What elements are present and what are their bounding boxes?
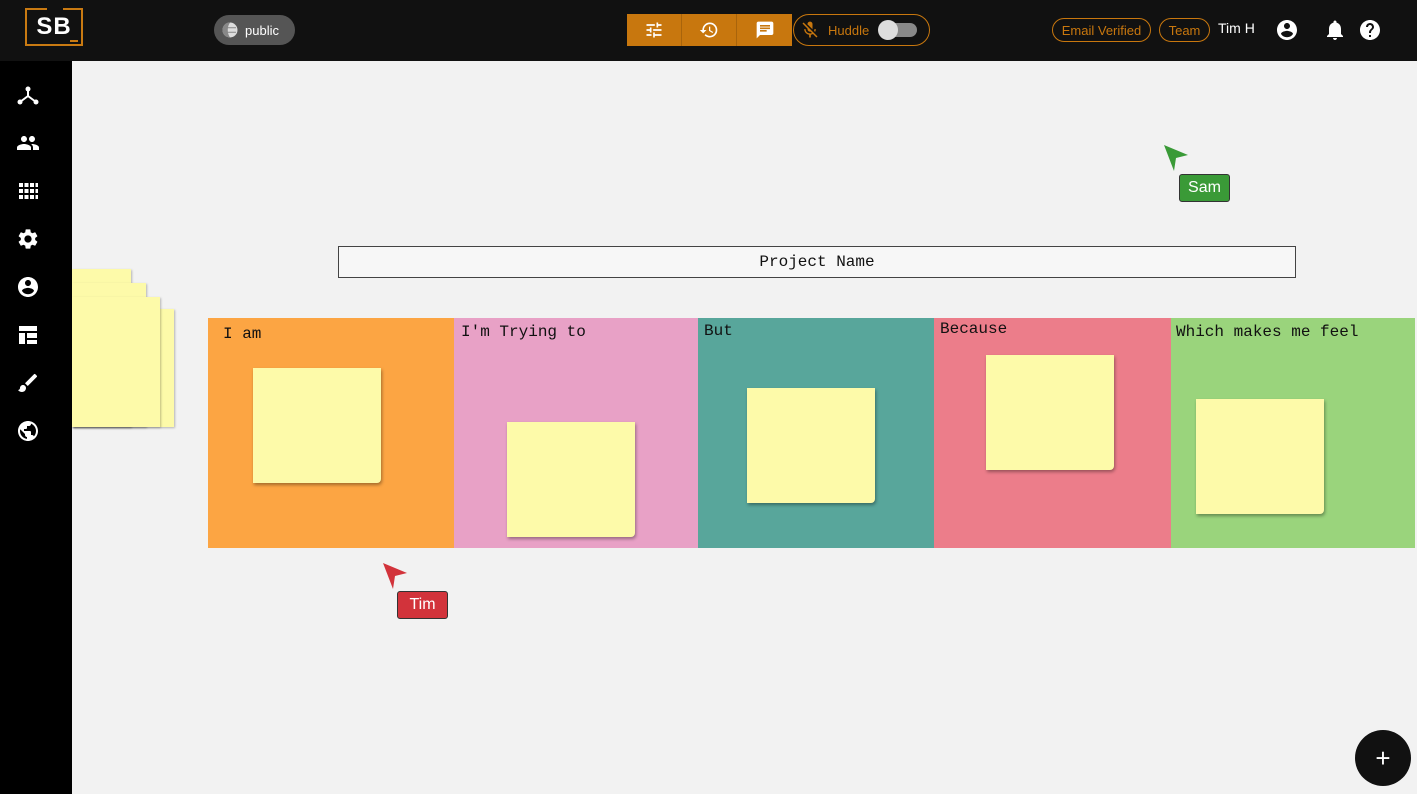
globe-icon (18, 421, 38, 441)
cursor-arrow-icon (383, 563, 407, 589)
email-badge-label: Email Verified (1061, 22, 1142, 38)
sticky-note[interactable] (986, 355, 1114, 470)
logo-text: SB (36, 13, 72, 40)
notifications-button[interactable] (1323, 18, 1347, 42)
chat-button[interactable] (737, 14, 792, 46)
sidebar-item-public[interactable] (16, 419, 40, 443)
account-button[interactable] (1275, 18, 1299, 42)
column-label: But (704, 322, 733, 340)
sticky-note[interactable] (747, 388, 875, 503)
board-canvas[interactable]: Project Name I am I'm Trying to But Beca… (72, 61, 1417, 794)
column-label: I'm Trying to (461, 323, 586, 341)
sidebar-item-templates[interactable] (16, 323, 40, 347)
board-column-i-am[interactable]: I am (208, 318, 454, 548)
user-name: Tim H (1218, 20, 1255, 36)
globe-icon (222, 22, 238, 38)
top-bar: SB public Huddle Email Verified Team Tim… (0, 0, 1417, 61)
sidebar-item-brush[interactable] (16, 371, 40, 395)
board-column-but[interactable]: But (698, 318, 934, 548)
sidebar-item-settings[interactable] (16, 227, 40, 251)
plus-icon: + (1375, 742, 1391, 773)
table-layout-icon (19, 326, 37, 344)
cursor-arrow-icon (1164, 145, 1188, 171)
sticky-note[interactable] (253, 368, 381, 483)
visibility-label: public (245, 22, 279, 38)
help-icon (1360, 20, 1380, 40)
collaborator-tag-sam: Sam (1179, 174, 1230, 202)
column-label: Which makes me feel (1176, 323, 1359, 341)
left-sidebar (0, 61, 72, 794)
apps-grid-icon (19, 183, 38, 199)
column-label: I am (223, 325, 262, 343)
bell-icon (1327, 20, 1343, 40)
sidebar-item-apps[interactable] (16, 179, 40, 203)
sidebar-item-people[interactable] (16, 131, 40, 155)
account-circle-icon (18, 277, 38, 297)
visibility-toggle[interactable]: public (214, 15, 295, 45)
chat-icon (756, 21, 773, 39)
huddle-control: Huddle (793, 14, 930, 46)
graph-icon (17, 86, 39, 105)
tune-button[interactable] (627, 14, 682, 46)
board-column-feel[interactable]: Which makes me feel (1171, 318, 1415, 548)
huddle-label: Huddle (828, 22, 870, 38)
sidebar-item-account[interactable] (16, 275, 40, 299)
collaborator-tag-tim: Tim (397, 591, 448, 619)
sticky-note[interactable] (507, 422, 635, 537)
account-circle-icon (1277, 20, 1297, 40)
app-logo[interactable]: SB (25, 8, 83, 46)
email-verified-badge: Email Verified (1052, 18, 1151, 42)
sticky-note[interactable] (1196, 399, 1324, 514)
team-button[interactable]: Team (1159, 18, 1210, 42)
huddle-toggle[interactable] (878, 20, 917, 40)
stack-note (72, 297, 160, 427)
help-button[interactable] (1358, 18, 1382, 42)
board-column-because[interactable]: Because (934, 318, 1171, 548)
brush-icon (18, 373, 38, 392)
add-button[interactable]: + (1355, 730, 1411, 786)
history-button[interactable] (682, 14, 737, 46)
team-label: Team (1168, 22, 1201, 38)
project-name-field[interactable]: Project Name (338, 246, 1296, 278)
column-label: Because (940, 320, 1008, 338)
settings-gear-icon (18, 229, 38, 249)
toggle-knob (878, 20, 898, 40)
board-column-trying-to[interactable]: I'm Trying to (454, 318, 698, 548)
tune-icon (646, 22, 662, 38)
board-toolbar (627, 14, 792, 46)
mic-off-icon (802, 21, 818, 38)
people-icon (17, 136, 39, 150)
history-icon (699, 22, 718, 38)
sidebar-item-graph[interactable] (16, 83, 40, 107)
